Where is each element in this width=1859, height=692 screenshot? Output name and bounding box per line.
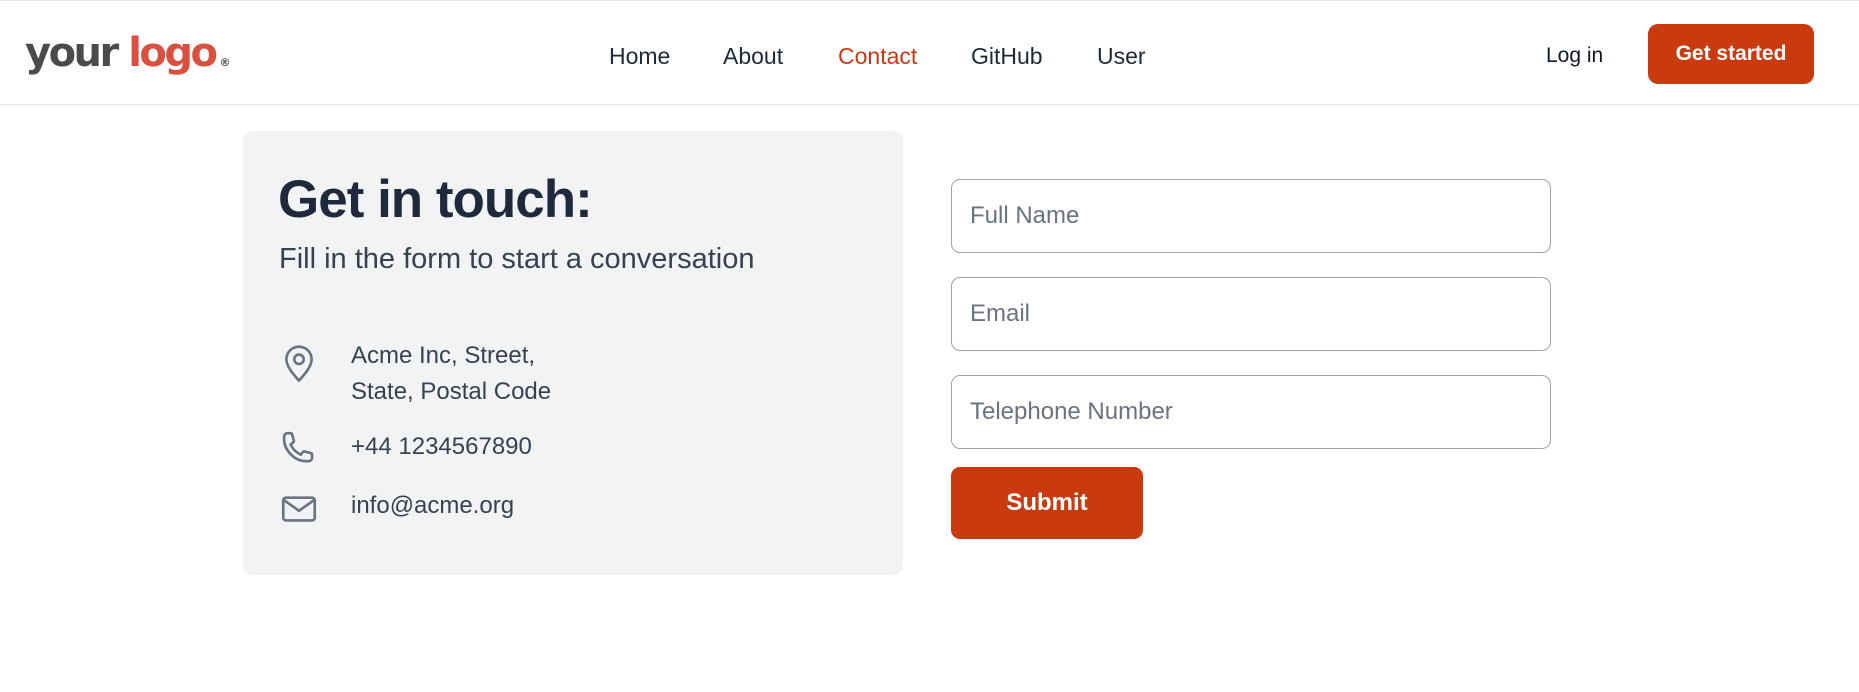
address-line-1: Acme Inc, Street, xyxy=(351,342,536,369)
full-name-input[interactable] xyxy=(951,179,1551,253)
page-title: Get in touch: xyxy=(278,170,593,229)
email-text: info@acme.org xyxy=(351,492,515,519)
email-row: info@acme.org xyxy=(278,488,514,530)
nav-link-home[interactable]: Home xyxy=(609,41,670,71)
email-input[interactable] xyxy=(951,277,1551,351)
get-started-button[interactable]: Get started xyxy=(1648,24,1814,84)
address-row: Acme Inc, Street, State, Postal Code xyxy=(278,342,551,405)
nav-link-contact[interactable]: Contact xyxy=(838,41,917,71)
phone-text: +44 1234567890 xyxy=(351,433,532,460)
mail-icon xyxy=(281,496,317,522)
login-link[interactable]: Log in xyxy=(1546,42,1603,70)
telephone-input[interactable] xyxy=(951,375,1551,449)
phone-row: +44 1234567890 xyxy=(278,427,532,469)
address-line-2: State, Postal Code xyxy=(351,378,552,405)
nav-link-about[interactable]: About xyxy=(723,41,783,71)
nav-link-github[interactable]: GitHub xyxy=(971,41,1043,71)
map-pin-icon xyxy=(285,345,313,382)
page-subtitle: Fill in the form to start a conversation xyxy=(279,243,755,275)
submit-button[interactable]: Submit xyxy=(951,467,1143,539)
address-text: Acme Inc, Street, State, Postal Code xyxy=(351,338,551,410)
nav-link-user[interactable]: User xyxy=(1097,41,1146,71)
navbar: your logo ® Home About Contact GitHub Use… xyxy=(0,0,1859,105)
phone-icon xyxy=(282,431,314,463)
contact-info-card: Get in touch: Fill in the form to start … xyxy=(243,131,903,575)
